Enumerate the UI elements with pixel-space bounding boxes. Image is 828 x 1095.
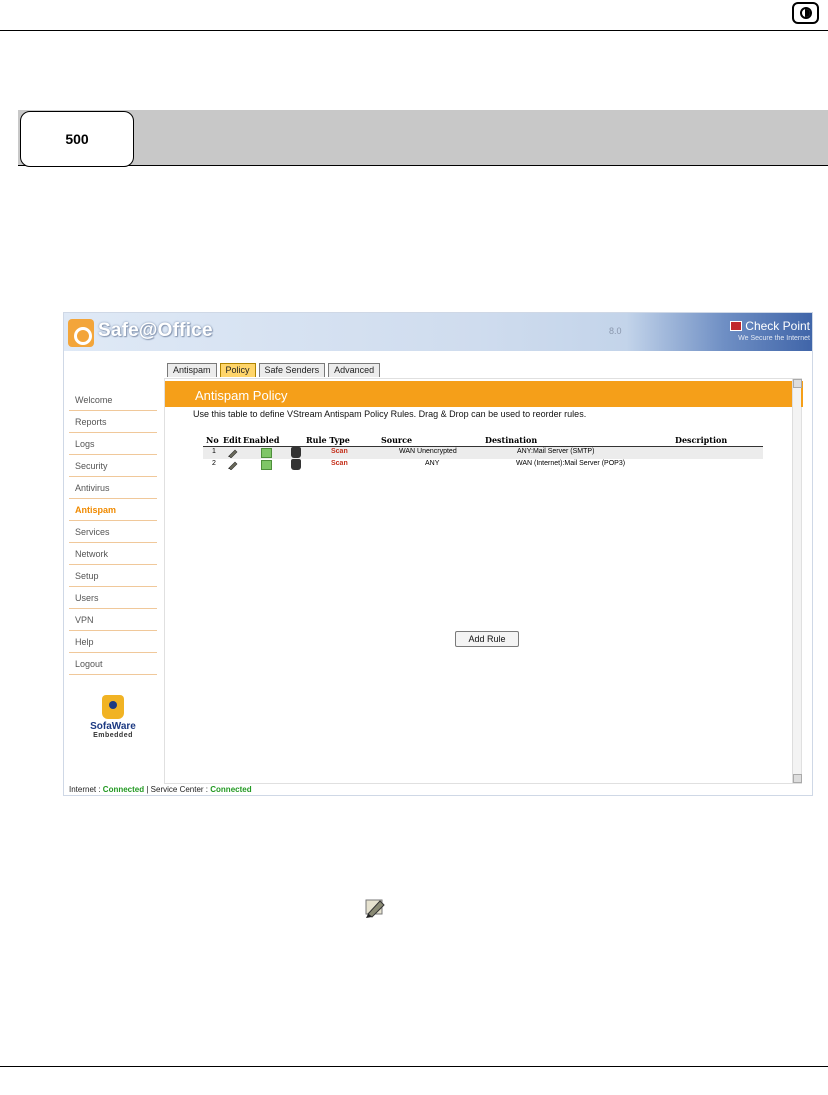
service-center-label: | Service Center : <box>144 785 211 794</box>
safe-office-logo-icon <box>68 319 94 347</box>
internet-status: Connected <box>102 785 145 794</box>
col-rule-type[interactable]: Rule Type <box>306 435 350 445</box>
tab-safe-senders[interactable]: Safe Senders <box>258 363 326 377</box>
sidebar-item-logs[interactable]: Logs <box>69 433 157 455</box>
sofaware-name: SofaWare <box>90 721 136 732</box>
check-point-mark-icon <box>730 321 743 331</box>
rule-number: 2 <box>212 460 216 467</box>
rule-destination: ANY:Mail Server (SMTP) <box>517 448 595 455</box>
internet-label: Internet : <box>69 785 103 794</box>
col-no: No <box>206 435 219 445</box>
top-rule <box>0 30 828 31</box>
enabled-checkbox-icon[interactable] <box>261 448 272 458</box>
sofaware-sub: Embedded <box>93 732 133 739</box>
vendor-logo: Check Point We Secure the Internet <box>722 319 810 342</box>
service-center-status: Connected <box>210 785 252 794</box>
table-row[interactable]: 1 Scan WAN Unencrypted ANY:Mail Server (… <box>203 447 763 459</box>
edit-pencil-icon[interactable] <box>227 460 238 470</box>
col-description[interactable]: Description <box>675 435 727 445</box>
sidebar-item-antispam[interactable]: Antispam <box>69 499 157 521</box>
sidebar-item-security[interactable]: Security <box>69 455 157 477</box>
col-source[interactable]: Source <box>381 435 412 445</box>
sofaware-logo: SofaWare Embedded <box>78 695 148 739</box>
scroll-down-icon[interactable] <box>793 774 802 783</box>
policy-title: Antispam Policy <box>195 388 288 403</box>
scroll-up-icon[interactable] <box>793 379 802 388</box>
sidebar-item-vpn[interactable]: VPN <box>69 609 157 631</box>
sidebar-nav: Welcome Reports Logs Security Antivirus … <box>69 389 157 675</box>
col-enabled: Enabled <box>243 435 280 445</box>
edit-pencil-icon <box>365 899 385 918</box>
table-header: No Edit Enabled Rule Type Source Destina… <box>203 433 763 447</box>
rule-number: 1 <box>212 448 216 455</box>
tab-policy[interactable]: Policy <box>219 363 256 377</box>
rule-source: WAN Unencrypted <box>399 448 457 455</box>
delete-icon[interactable] <box>291 447 301 458</box>
sidebar-item-setup[interactable]: Setup <box>69 565 157 587</box>
add-rule-button[interactable]: Add Rule <box>455 631 519 647</box>
section-band <box>18 110 828 166</box>
sidebar-item-help[interactable]: Help <box>69 631 157 653</box>
col-edit: Edit <box>223 435 242 445</box>
app-title: Safe@Office <box>98 320 213 341</box>
bottom-rule <box>0 1066 828 1067</box>
header-version: 8.0 <box>609 326 622 336</box>
policy-banner: Antispam Policy <box>165 381 803 407</box>
scrollbar[interactable] <box>792 379 802 783</box>
enabled-checkbox-icon[interactable] <box>261 460 272 470</box>
sidebar-item-logout[interactable]: Logout <box>69 653 157 675</box>
rule-destination: WAN (Internet):Mail Server (POP3) <box>516 460 626 467</box>
rule-type: Scan <box>331 460 348 467</box>
content-panel: Antispam Policy Use this table to define… <box>164 378 803 784</box>
edit-pencil-icon[interactable] <box>227 448 238 458</box>
sidebar-item-users[interactable]: Users <box>69 587 157 609</box>
policy-description: Use this table to define VStream Antispa… <box>193 409 587 419</box>
delete-icon[interactable] <box>291 459 301 470</box>
table-row[interactable]: 2 Scan ANY WAN (Internet):Mail Server (P… <box>203 459 763 471</box>
rule-type: Scan <box>331 448 348 455</box>
rules-table: No Edit Enabled Rule Type Source Destina… <box>203 433 763 471</box>
vendor-name: Check Point <box>745 319 810 333</box>
sofaware-mascot-icon <box>102 695 124 719</box>
sidebar-item-antivirus[interactable]: Antivirus <box>69 477 157 499</box>
sidebar-item-reports[interactable]: Reports <box>69 411 157 433</box>
col-destination[interactable]: Destination <box>485 435 537 445</box>
sidebar-item-services[interactable]: Services <box>69 521 157 543</box>
app-header: Safe@Office 8.0 Check Point We Secure th… <box>64 313 812 351</box>
contrast-icon <box>792 2 819 24</box>
status-bar: Internet : Connected | Service Center : … <box>69 785 252 794</box>
tab-advanced[interactable]: Advanced <box>328 363 381 377</box>
embedded-screenshot: Safe@Office 8.0 Check Point We Secure th… <box>63 312 813 796</box>
sidebar-item-network[interactable]: Network <box>69 543 157 565</box>
rule-source: ANY <box>425 460 440 467</box>
model-badge: 500 <box>20 111 134 167</box>
vendor-tagline: We Secure the Internet <box>738 335 810 342</box>
tab-antispam[interactable]: Antispam <box>167 363 217 377</box>
tab-bar: Antispam Policy Safe Senders Advanced <box>167 363 381 377</box>
sidebar-item-welcome[interactable]: Welcome <box>69 389 157 411</box>
